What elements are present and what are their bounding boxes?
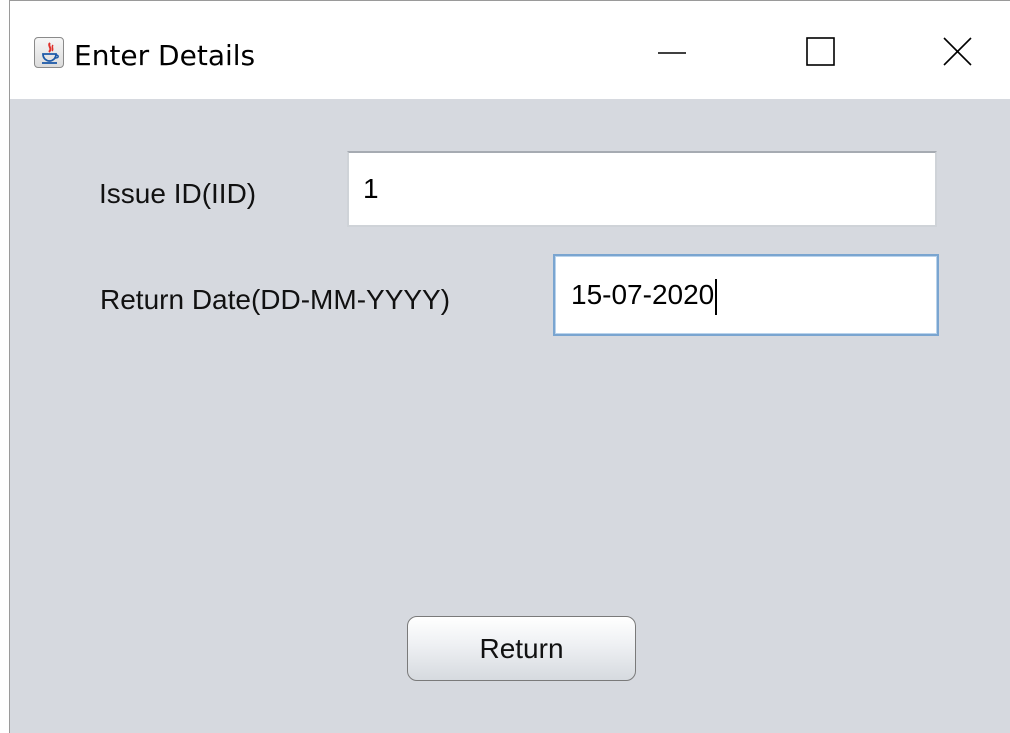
java-icon (34, 37, 64, 68)
enter-details-window: Enter Details Issue ID(IID) 1 Return Dat… (9, 0, 1010, 733)
issue-id-field[interactable]: 1 (347, 151, 937, 227)
issue-id-label: Issue ID(IID) (99, 178, 257, 209)
maximize-button[interactable] (770, 1, 870, 99)
close-icon (943, 37, 972, 66)
maximize-icon (806, 37, 835, 66)
minimize-button[interactable] (622, 1, 722, 99)
close-button[interactable] (907, 1, 1007, 99)
return-button[interactable]: Return (407, 616, 636, 681)
title-bar[interactable]: Enter Details (10, 1, 1010, 99)
text-caret (715, 278, 718, 315)
window-title: Enter Details (74, 39, 256, 72)
return-date-value: 15-07-2020 (571, 279, 715, 310)
return-date-label: Return Date(DD-MM-YYYY) (100, 284, 451, 315)
minimize-icon (658, 52, 686, 54)
issue-id-value: 1 (363, 173, 379, 204)
return-date-field[interactable]: 15-07-2020 (553, 254, 939, 336)
